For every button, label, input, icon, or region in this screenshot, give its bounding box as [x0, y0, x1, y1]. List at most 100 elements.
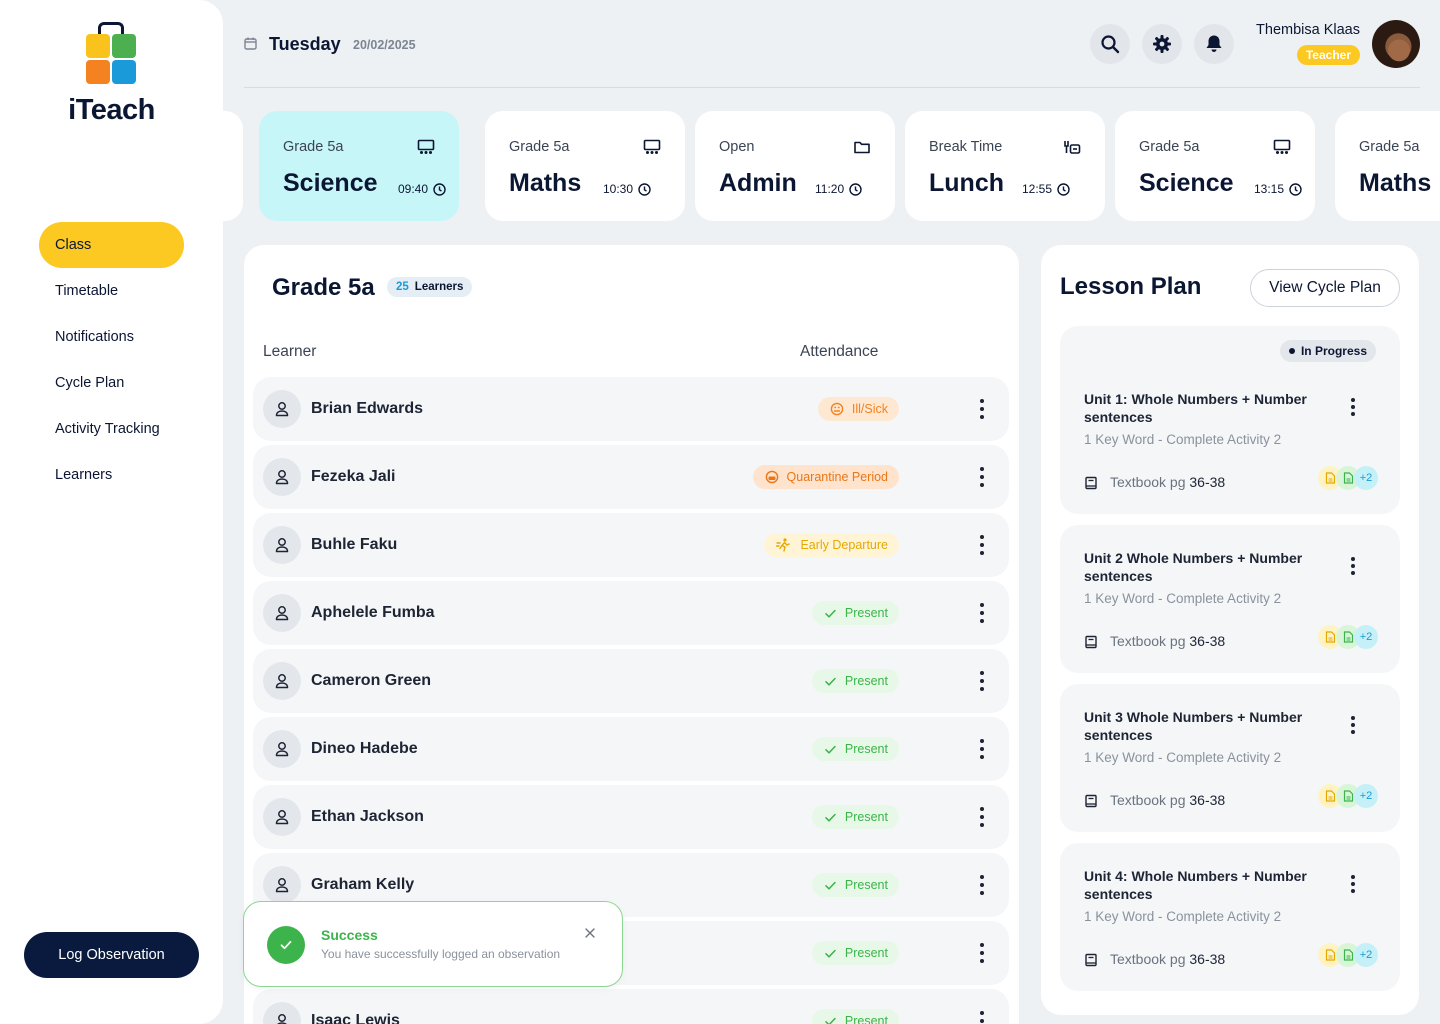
user-icon [275, 538, 289, 553]
user-icon [275, 674, 289, 689]
more-options-icon[interactable] [979, 943, 985, 963]
sidebar-item-timetable[interactable]: Timetable [39, 268, 184, 314]
attendance-status-badge[interactable]: Present [811, 941, 899, 965]
user-name: Thembisa Klaas [1256, 22, 1360, 38]
more-options-icon[interactable] [979, 467, 985, 487]
attached-files[interactable]: +2 [1318, 625, 1378, 649]
more-options-icon[interactable] [1350, 557, 1356, 575]
lesson-unit-card[interactable]: Unit 3 Whole Numbers + Number sentences … [1060, 684, 1400, 832]
sidebar-item-class[interactable]: Class [39, 222, 184, 268]
calendar-icon [244, 37, 257, 50]
schedule-card[interactable]: Grade 5a Maths 10:30 [485, 111, 685, 221]
attendance-status-badge[interactable]: Present [811, 1009, 899, 1024]
learner-row[interactable]: Ethan Jackson Present [253, 785, 1009, 849]
check-icon [825, 813, 836, 822]
learner-row[interactable]: Dineo Hadebe Present [253, 717, 1009, 781]
class-title: Grade 5a [272, 274, 375, 301]
success-toast: Success You have successfully logged an … [243, 901, 623, 987]
schedule-card[interactable]: Grade 5a Science 13:15 [1115, 111, 1315, 221]
attendance-status-badge[interactable]: Quarantine Period [752, 465, 899, 489]
lesson-unit-subtitle: 1 Key Word - Complete Activity 2 [1084, 750, 1282, 765]
textbook-pages: 36-38 [1189, 474, 1226, 490]
more-options-icon[interactable] [979, 807, 985, 827]
classroom-icon [1273, 139, 1291, 154]
lesson-plan-panel: Lesson Plan View Cycle Plan In Progress … [1041, 245, 1419, 1015]
textbook-pages: 36-38 [1189, 792, 1226, 808]
more-options-icon[interactable] [979, 739, 985, 759]
schedule-card-time-label: 10:30 [603, 182, 634, 196]
folder-icon [854, 141, 870, 154]
learner-row[interactable]: Buhle Faku Early Departure [253, 513, 1009, 577]
lesson-unit-card[interactable]: Unit 4: Whole Numbers + Number sentences… [1060, 843, 1400, 991]
attendance-status-badge[interactable]: Present [811, 873, 899, 897]
attendance-status-label: Present [844, 878, 888, 892]
current-date: 20/02/2025 [353, 38, 416, 52]
view-cycle-plan-button[interactable]: View Cycle Plan [1250, 269, 1400, 307]
schedule-card-time-label: 11:20 [815, 182, 845, 196]
attached-files[interactable]: +2 [1318, 784, 1378, 808]
sidebar-item-notifications[interactable]: Notifications [39, 314, 184, 360]
learner-row[interactable]: Cameron Green Present [253, 649, 1009, 713]
schedule-card-subtitle: Grade 5a [1359, 139, 1420, 155]
user-icon [275, 402, 289, 417]
learner-row[interactable]: Brian Edwards Ill/Sick [253, 377, 1009, 441]
schedule-card-time: 10:30 [603, 182, 651, 196]
user-avatar[interactable] [1372, 20, 1420, 68]
sidebar-item-cycle-plan[interactable]: Cycle Plan [39, 360, 184, 406]
schedule-card[interactable]: Open Admin 11:20 [695, 111, 895, 221]
attached-files[interactable]: +2 [1318, 943, 1378, 967]
learner-row[interactable]: Isaac Lewis Present [253, 989, 1009, 1024]
book-icon [1085, 794, 1097, 808]
check-icon [825, 745, 836, 754]
learner-row[interactable]: Fezeka Jali Quarantine Period [253, 445, 1009, 509]
mask-face-icon [765, 470, 778, 484]
learner-name: Dineo Hadebe [311, 740, 418, 757]
learner-name: Buhle Faku [311, 536, 398, 553]
more-options-icon[interactable] [1350, 398, 1356, 416]
sidebar-item-activity-tracking[interactable]: Activity Tracking [39, 406, 184, 452]
more-options-icon[interactable] [979, 399, 985, 419]
lesson-unit-card[interactable]: In Progress Unit 1: Whole Numbers + Numb… [1060, 326, 1400, 514]
lesson-unit-title: Unit 1: Whole Numbers + Number sentences [1084, 391, 1307, 425]
in-progress-badge: In Progress [1279, 340, 1376, 362]
lesson-unit-card[interactable]: Unit 2 Whole Numbers + Number sentences … [1060, 525, 1400, 673]
app-logo [84, 22, 138, 84]
attendance-status-label: Ill/Sick [851, 402, 888, 416]
attendance-status-badge[interactable]: Present [811, 601, 899, 625]
schedule-card[interactable]: Grade 5a Science 09:40 [259, 111, 459, 221]
more-options-icon[interactable] [979, 535, 985, 555]
attendance-status-badge[interactable]: Present [811, 737, 899, 761]
more-options-icon[interactable] [1350, 716, 1356, 734]
column-header-attendance: Attendance [800, 343, 879, 360]
sidebar-item-learners[interactable]: Learners [39, 452, 184, 498]
more-options-icon[interactable] [979, 603, 985, 623]
search-button[interactable] [1090, 24, 1130, 64]
schedule-card-previous[interactable] [223, 111, 243, 221]
settings-button[interactable] [1142, 24, 1182, 64]
lesson-unit-title: Unit 3 Whole Numbers + Number sentences [1084, 709, 1303, 743]
schedule-card-time: 13:15 [1254, 182, 1302, 196]
learner-count-label: Learners [414, 281, 464, 293]
schedule-strip[interactable]: Grade 5a Science 09:40 Grade 5a Maths 10… [223, 111, 1440, 221]
schedule-card[interactable]: Grade 5a Maths [1335, 111, 1440, 221]
more-options-icon[interactable] [979, 875, 985, 895]
lesson-unit-subtitle: 1 Key Word - Complete Activity 2 [1084, 591, 1282, 606]
close-icon[interactable] [584, 927, 596, 939]
more-options-icon[interactable] [1350, 875, 1356, 893]
more-options-icon[interactable] [979, 1011, 985, 1024]
attached-files[interactable]: +2 [1318, 466, 1378, 490]
learner-avatar [263, 1002, 301, 1024]
check-icon [825, 677, 836, 686]
clock-icon [849, 182, 862, 196]
classroom-icon [643, 139, 661, 154]
learner-row[interactable]: Aphelele Fumba Present [253, 581, 1009, 645]
notifications-button[interactable] [1194, 24, 1234, 64]
schedule-card[interactable]: Break Time Lunch 12:55 [905, 111, 1105, 221]
more-files-count: +2 [1354, 784, 1378, 808]
attendance-status-badge[interactable]: Present [811, 805, 899, 829]
more-options-icon[interactable] [979, 671, 985, 691]
attendance-status-badge[interactable]: Ill/Sick [817, 397, 899, 421]
attendance-status-badge[interactable]: Present [811, 669, 899, 693]
attendance-status-badge[interactable]: Early Departure [764, 533, 899, 557]
log-observation-button[interactable]: Log Observation [24, 932, 199, 978]
